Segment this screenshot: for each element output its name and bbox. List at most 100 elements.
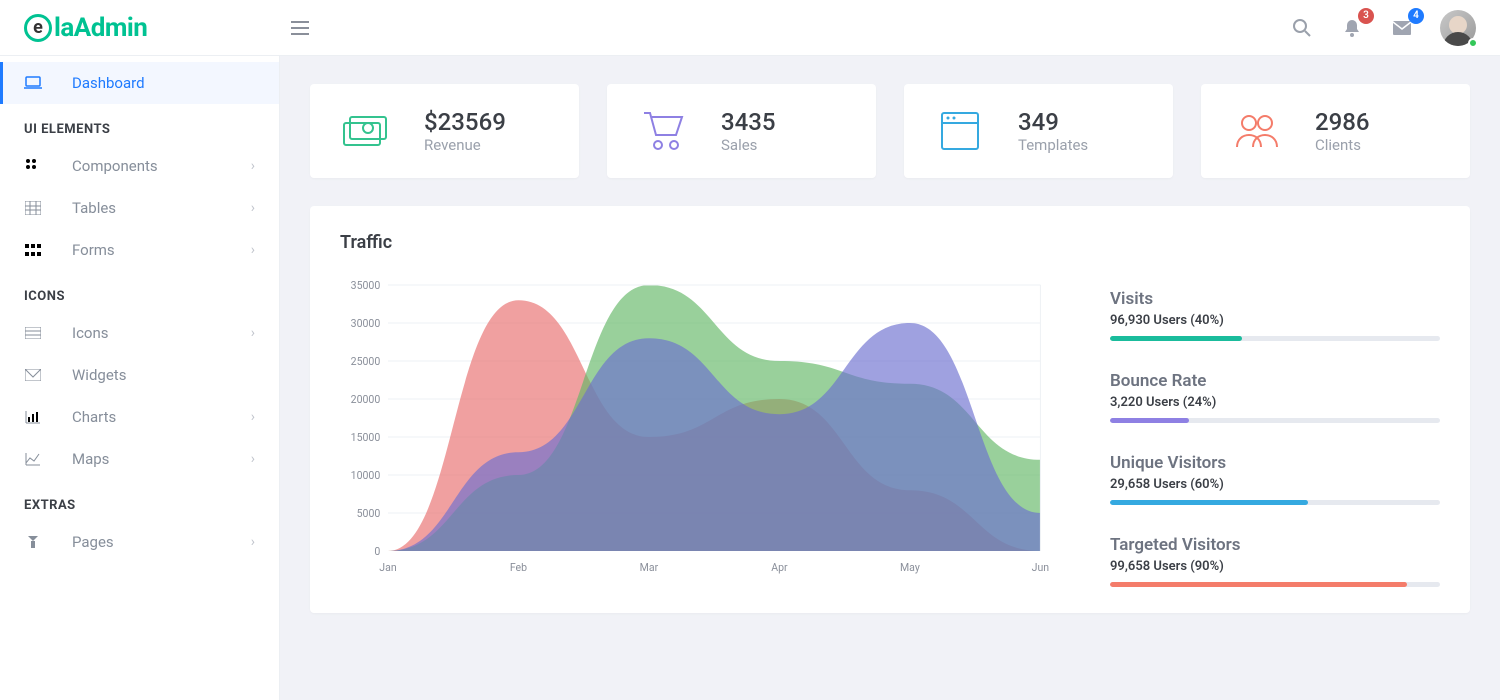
progress-track xyxy=(1110,418,1440,423)
sidebar-item-label: Charts xyxy=(72,408,221,426)
svg-text:15000: 15000 xyxy=(351,431,381,444)
sidebar-item-charts[interactable]: Charts › xyxy=(0,396,279,438)
panel-title: Traffic xyxy=(340,232,1440,253)
sidebar-item-label: Forms xyxy=(72,241,221,259)
metric-unique-visitors: Unique Visitors 29,658 Users (60%) xyxy=(1110,453,1440,505)
bell-icon[interactable]: 3 xyxy=(1340,16,1364,40)
forms-icon xyxy=(24,244,42,256)
metric-title: Unique Visitors xyxy=(1110,453,1440,473)
metric-title: Targeted Visitors xyxy=(1110,535,1440,555)
revenue-icon xyxy=(334,114,398,148)
svg-text:Feb: Feb xyxy=(510,561,527,574)
sidebar-item-forms[interactable]: Forms › xyxy=(0,229,279,271)
svg-text:Apr: Apr xyxy=(771,561,788,574)
sidebar-item-label: Widgets xyxy=(72,366,255,384)
svg-text:25000: 25000 xyxy=(351,355,381,368)
progress-fill xyxy=(1110,500,1308,505)
progress-track xyxy=(1110,500,1440,505)
svg-text:10000: 10000 xyxy=(351,469,381,482)
metric-subtitle: 96,930 Users (40%) xyxy=(1110,313,1440,328)
stat-value: 3435 xyxy=(721,108,776,136)
metric-title: Bounce Rate xyxy=(1110,371,1440,391)
svg-text:Jun: Jun xyxy=(1032,561,1050,574)
sidebar-item-pages[interactable]: Pages › xyxy=(0,521,279,563)
tables-icon xyxy=(24,201,42,215)
brand-logo[interactable]: e laAdmin xyxy=(0,13,280,43)
topbar-actions: 3 4 xyxy=(1290,10,1476,46)
mail-badge: 4 xyxy=(1408,8,1424,24)
chevron-right-icon: › xyxy=(251,325,255,341)
sidebar-section-header: EXTRAS xyxy=(0,480,279,521)
menu-toggle-icon[interactable] xyxy=(280,8,320,48)
sidebar-item-maps[interactable]: Maps› xyxy=(0,438,279,480)
chevron-right-icon: › xyxy=(251,242,255,258)
stat-value: 349 xyxy=(1018,108,1088,136)
chevron-right-icon: › xyxy=(251,409,255,425)
chevron-right-icon: › xyxy=(251,451,255,467)
presence-dot xyxy=(1468,38,1478,48)
templates-icon xyxy=(928,111,992,151)
svg-text:May: May xyxy=(900,561,920,574)
chevron-right-icon: › xyxy=(251,158,255,174)
metric-targeted-visitors: Targeted Visitors 99,658 Users (90%) xyxy=(1110,535,1440,587)
content: $23569Revenue 3435Sales 349Templates 2986Cl… xyxy=(280,56,1500,700)
sidebar-section-header: ICONS xyxy=(0,271,279,312)
stat-card-sales: 3435Sales xyxy=(607,84,876,178)
sidebar-item-label: Tables xyxy=(72,199,221,217)
svg-text:5000: 5000 xyxy=(357,507,381,520)
sales-icon xyxy=(631,111,695,151)
stat-card-templates: 349Templates xyxy=(904,84,1173,178)
metric-subtitle: 3,220 Users (24%) xyxy=(1110,395,1440,410)
sidebar-item-dashboard[interactable]: Dashboard xyxy=(0,62,279,104)
search-icon[interactable] xyxy=(1290,16,1314,40)
topbar: e laAdmin 3 4 xyxy=(0,0,1500,56)
metric-subtitle: 99,658 Users (90%) xyxy=(1110,559,1440,574)
pages-icon xyxy=(24,535,42,549)
sidebar-item-tables[interactable]: Tables› xyxy=(0,187,279,229)
sidebar-item-label: Dashboard xyxy=(72,74,255,92)
sidebar-section-header: UI ELEMENTS xyxy=(0,104,279,145)
traffic-chart: 0 5000 10000 15000 20000 25000 30000 35000 Jan Fe… xyxy=(340,275,1050,587)
sidebar-item-icons[interactable]: Icons › xyxy=(0,312,279,354)
clients-icon xyxy=(1225,113,1289,149)
progress-fill xyxy=(1110,336,1242,341)
svg-text:Mar: Mar xyxy=(640,561,659,574)
metric-subtitle: 29,658 Users (60%) xyxy=(1110,477,1440,492)
svg-text:20000: 20000 xyxy=(351,393,381,406)
maps-icon xyxy=(24,452,42,466)
sidebar-item-label: Icons xyxy=(72,324,221,342)
svg-text:30000: 30000 xyxy=(351,317,381,330)
progress-fill xyxy=(1110,582,1407,587)
traffic-panel: Traffic 0 5000 10000 15000 20000 25000 30000 35… xyxy=(310,206,1470,613)
icons-icon xyxy=(24,327,42,339)
logo-mark: e xyxy=(24,14,52,42)
stat-value: 2986 xyxy=(1315,108,1370,136)
progress-fill xyxy=(1110,418,1189,423)
components-icon xyxy=(24,158,42,174)
svg-text:35000: 35000 xyxy=(351,279,381,292)
mail-icon[interactable]: 4 xyxy=(1390,16,1414,40)
sidebar-item-widgets[interactable]: Widgets xyxy=(0,354,279,396)
progress-track xyxy=(1110,336,1440,341)
svg-text:0: 0 xyxy=(374,545,380,558)
laptop-icon xyxy=(24,76,42,90)
sidebar: Dashboard UI ELEMENTSComponents›Tables›F… xyxy=(0,56,280,700)
stat-label: Clients xyxy=(1315,136,1370,154)
sidebar-item-components[interactable]: Components › xyxy=(0,145,279,187)
widgets-icon xyxy=(24,369,42,381)
chevron-right-icon: › xyxy=(251,534,255,550)
charts-icon xyxy=(24,410,42,424)
stat-label: Revenue xyxy=(424,136,506,154)
metric-visits: Visits96,930 Users (40%) xyxy=(1110,289,1440,341)
traffic-metrics: Visits96,930 Users (40%) Bounce Rate 3,220… xyxy=(1110,275,1440,587)
stat-card-revenue: $23569Revenue xyxy=(310,84,579,178)
stat-label: Sales xyxy=(721,136,776,154)
metric-bounce-rate: Bounce Rate 3,220 Users (24%) xyxy=(1110,371,1440,423)
sidebar-item-label: Pages xyxy=(72,533,221,551)
stat-value: $23569 xyxy=(424,108,506,136)
svg-text:Jan: Jan xyxy=(379,561,396,574)
stat-row: $23569Revenue 3435Sales 349Templates 2986Cl… xyxy=(310,84,1470,178)
sidebar-item-label: Components xyxy=(72,157,221,175)
stat-card-clients: 2986Clients xyxy=(1201,84,1470,178)
progress-track xyxy=(1110,582,1440,587)
